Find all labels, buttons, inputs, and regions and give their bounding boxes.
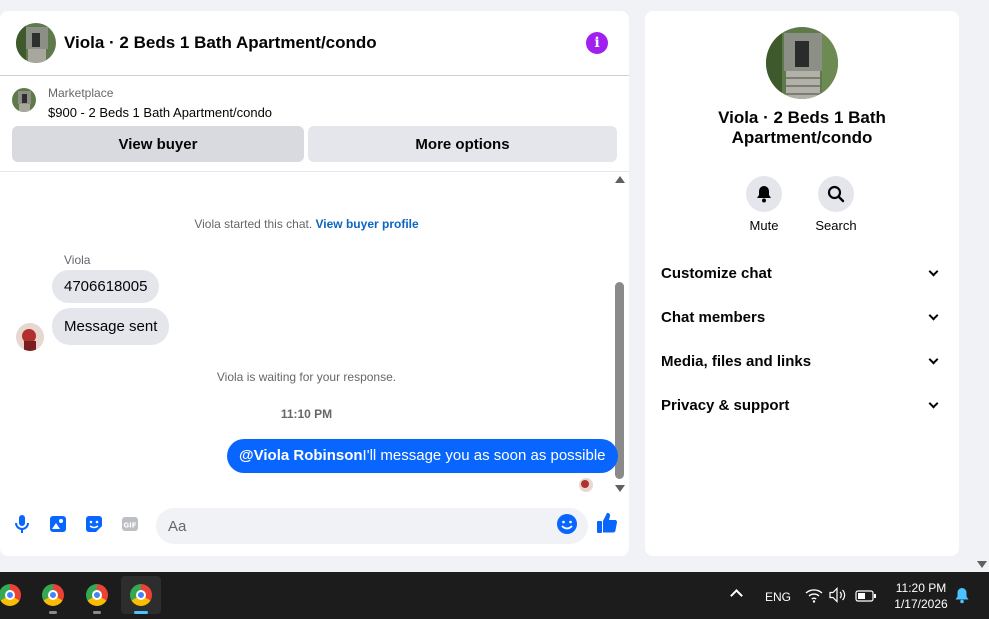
seen-indicator-avatar [579, 478, 593, 492]
search-label: Search [815, 218, 857, 233]
taskbar-chrome-app[interactable] [0, 576, 30, 614]
waiting-notice: Viola is waiting for your response. [216, 370, 397, 384]
section-label: Chat members [661, 308, 766, 326]
conversation-info-panel: Viola · 2 Beds 1 Bath Apartment/condo Mu… [645, 11, 959, 556]
volume-icon[interactable] [829, 587, 847, 608]
mute-action[interactable]: Mute [734, 176, 794, 233]
running-indicator [49, 611, 57, 614]
outgoing-message-text: I'll message you as soon as possible [362, 447, 606, 464]
chevron-down-icon [928, 266, 939, 276]
battery-icon[interactable] [855, 589, 877, 607]
outgoing-message[interactable]: @Viola RobinsonI'll message you as soon … [227, 439, 618, 473]
chat-title[interactable]: Viola · 2 Beds 1 Bath Apartment/condo [64, 33, 377, 53]
thumbs-up-icon[interactable] [596, 512, 618, 534]
message-composer: GIF [0, 506, 629, 556]
section-privacy-support[interactable]: Privacy & support [661, 393, 943, 417]
sender-name: Viola [64, 253, 91, 267]
chrome-icon [42, 584, 64, 606]
chevron-down-icon [928, 310, 939, 320]
mute-label: Mute [749, 218, 779, 233]
chat-started-text: Viola started this chat. [194, 217, 313, 231]
chrome-icon [0, 584, 21, 606]
chat-header: Viola · 2 Beds 1 Bath Apartment/condo i [0, 11, 629, 76]
chevron-down-icon [928, 398, 939, 408]
chat-started-notice: Viola started this chat. View buyer prof… [0, 217, 613, 231]
system-clock[interactable]: 11:20 PM 1/17/2026 [886, 580, 956, 612]
section-media-files-links[interactable]: Media, files and links [661, 349, 943, 373]
message-timestamp: 11:10 PM [280, 407, 333, 421]
chrome-icon [130, 584, 152, 606]
mention[interactable]: @Viola Robinson [239, 447, 363, 464]
section-customize-chat[interactable]: Customize chat [661, 261, 943, 285]
taskbar-chrome-app[interactable] [77, 576, 117, 614]
section-label: Customize chat [661, 264, 772, 282]
running-indicator [93, 611, 101, 614]
taskbar-chrome-app[interactable] [33, 576, 73, 614]
message-input[interactable] [156, 508, 588, 544]
notification-bell-icon[interactable] [955, 587, 969, 609]
conversation-name: Viola · 2 Beds 1 Bath Apartment/condo [718, 108, 886, 147]
view-buyer-button[interactable]: View buyer [12, 126, 304, 162]
search-action[interactable]: Search [806, 176, 866, 233]
scroll-up-arrow-icon[interactable] [615, 176, 625, 183]
incoming-message[interactable]: 4706618005 [52, 270, 160, 303]
wifi-icon[interactable] [805, 587, 823, 608]
marketplace-listing[interactable]: Marketplace $900 - 2 Beds 1 Bath Apartme… [0, 76, 629, 172]
show-hidden-icons-chevron-up-icon[interactable] [730, 589, 743, 602]
section-label: Privacy & support [661, 396, 790, 414]
clock-date: 1/17/2026 [894, 597, 948, 611]
active-indicator [134, 611, 148, 614]
view-buyer-profile-link[interactable]: View buyer profile [316, 217, 419, 231]
emoji-icon[interactable] [556, 513, 578, 535]
chevron-down-icon [928, 354, 939, 364]
microphone-icon[interactable] [11, 513, 33, 535]
scroll-down-arrow-icon[interactable] [615, 485, 625, 492]
chrome-icon [86, 584, 108, 606]
sticker-icon[interactable] [83, 513, 105, 535]
taskbar-chrome-app-active[interactable] [121, 576, 161, 614]
listing-title: $900 - 2 Beds 1 Bath Apartment/condo [48, 105, 273, 120]
taskbar: ENG 11:20 PM 1/17/2026 [0, 572, 989, 619]
bell-icon[interactable] [746, 176, 782, 212]
listing-avatar[interactable] [16, 23, 56, 63]
listing-source: Marketplace [48, 86, 114, 100]
clock-time: 11:20 PM [895, 581, 947, 595]
section-label: Media, files and links [661, 352, 812, 370]
info-icon[interactable]: i [586, 32, 608, 54]
photo-icon[interactable] [47, 513, 69, 535]
incoming-message[interactable]: Message sent [52, 308, 170, 345]
listing-thumbnail [12, 88, 36, 112]
sender-avatar[interactable] [16, 323, 44, 351]
language-indicator[interactable]: ENG [765, 590, 791, 604]
gif-icon[interactable]: GIF [119, 513, 141, 535]
section-chat-members[interactable]: Chat members [661, 305, 943, 329]
page-scroll-down-arrow-icon[interactable] [977, 561, 987, 568]
search-icon[interactable] [818, 176, 854, 212]
conversation-avatar[interactable] [766, 27, 838, 99]
svg-text:GIF: GIF [123, 522, 136, 530]
chat-panel: Viola · 2 Beds 1 Bath Apartment/condo i … [0, 11, 629, 556]
more-options-button[interactable]: More options [308, 126, 617, 162]
